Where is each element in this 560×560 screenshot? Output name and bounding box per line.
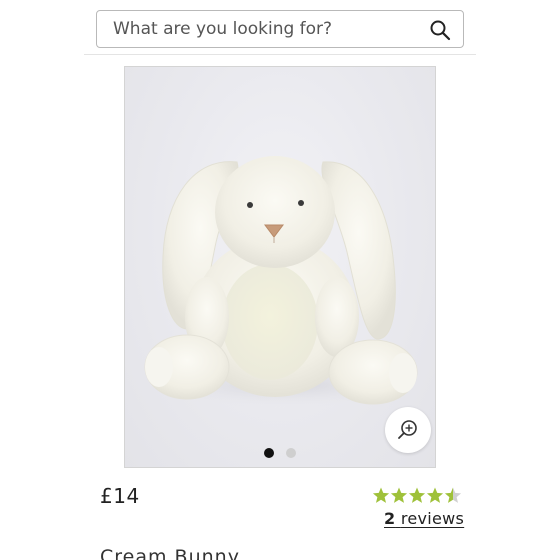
reviews-link[interactable]: 2 reviews	[384, 509, 464, 528]
product-image	[144, 156, 425, 407]
star-icon	[390, 487, 408, 503]
search-input[interactable]	[97, 11, 417, 47]
reviews-label: reviews	[400, 509, 465, 528]
header-divider	[84, 54, 476, 55]
product-image-gallery[interactable]	[124, 66, 436, 468]
product-price: £14	[100, 484, 140, 508]
star-icon	[444, 487, 462, 503]
carousel-dot[interactable]	[286, 448, 296, 458]
search-icon	[430, 20, 451, 41]
star-icon	[408, 487, 426, 503]
carousel-dots	[125, 448, 435, 458]
search-button[interactable]	[427, 17, 453, 43]
star-icon	[426, 487, 444, 503]
search-bar	[96, 10, 464, 48]
star-rating[interactable]	[372, 486, 462, 506]
reviews-count: 2	[384, 509, 396, 528]
zoom-button[interactable]	[385, 407, 431, 453]
star-icon	[372, 487, 390, 503]
zoom-in-icon	[398, 420, 417, 439]
carousel-dot[interactable]	[264, 448, 274, 458]
product-title: Cream Bunny	[100, 546, 240, 560]
